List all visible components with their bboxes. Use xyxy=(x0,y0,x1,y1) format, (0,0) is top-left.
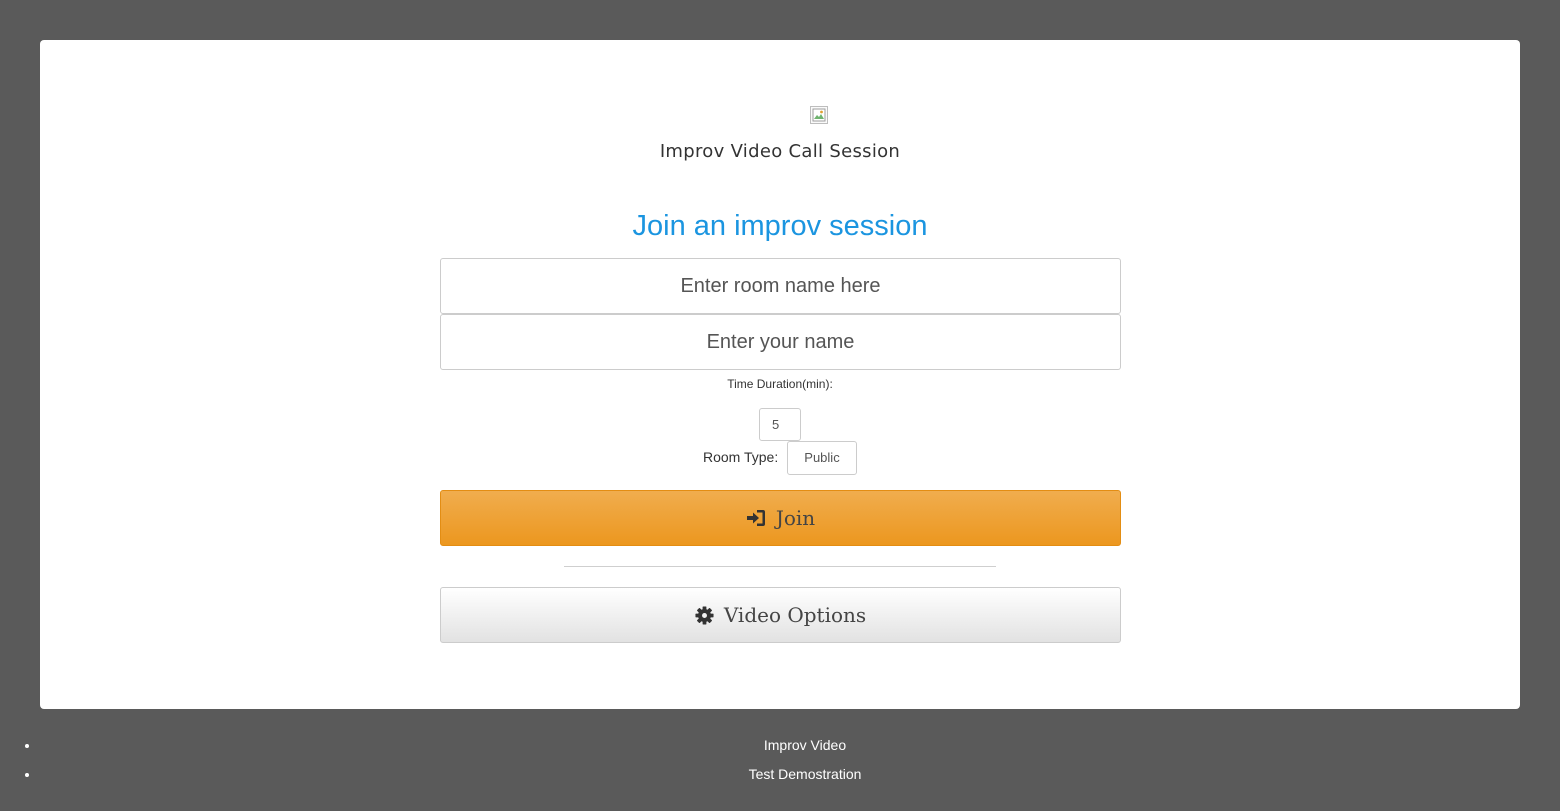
user-name-input[interactable] xyxy=(440,314,1121,370)
footer-link-improv-video[interactable]: Improv Video xyxy=(40,734,1560,757)
logo-image xyxy=(810,106,830,126)
footer-link-test-demostration[interactable]: Test Demostration xyxy=(40,763,1560,786)
footer-item: Test Demostration xyxy=(40,763,1560,792)
page-heading: Join an improv session xyxy=(632,210,928,242)
sign-in-icon xyxy=(746,509,766,527)
footer-links: Improv Video Test Demostration xyxy=(0,734,1560,792)
room-type-label: Room Type: xyxy=(703,449,779,465)
app-title: Improv Video Call Session xyxy=(659,141,901,162)
join-button-label: Join xyxy=(775,506,816,530)
video-options-label: Video Options xyxy=(723,603,867,627)
gear-icon xyxy=(695,605,714,625)
video-options-button[interactable]: Video Options xyxy=(440,587,1121,643)
divider xyxy=(564,566,996,567)
room-name-input[interactable] xyxy=(440,258,1121,314)
footer-item: Improv Video xyxy=(40,734,1560,763)
time-duration-label: Time Duration(min): xyxy=(727,377,833,391)
broken-image-icon xyxy=(810,106,828,124)
time-duration-input[interactable]: 5 xyxy=(759,408,801,441)
room-type-select[interactable]: Public xyxy=(787,441,857,475)
join-card: Improv Video Call Session Join an improv… xyxy=(40,40,1520,709)
join-button[interactable]: Join xyxy=(440,490,1121,546)
